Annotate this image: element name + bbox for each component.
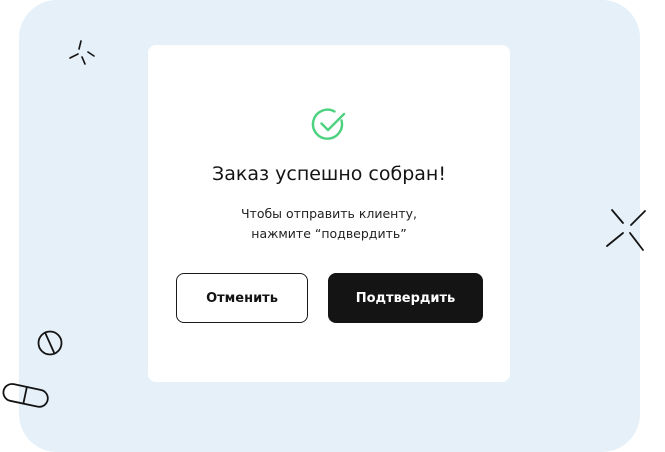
success-dialog: Заказ успешно собран! Чтобы отправить кл… [148, 45, 510, 382]
sparkle-icon [69, 40, 95, 65]
confirm-button[interactable]: Подтвердить [328, 273, 483, 323]
pill-round-icon [37, 330, 63, 356]
dialog-message: Чтобы отправить клиенту, нажмите “подвер… [148, 204, 510, 244]
dialog-message-line: Чтобы отправить клиенту, [240, 206, 418, 221]
dialog-title: Заказ успешно собран! [212, 163, 446, 185]
sparkle-icon [606, 209, 646, 251]
check-circle-icon [311, 108, 346, 140]
capsule-icon [2, 383, 49, 408]
screen: Заказ успешно собран! Чтобы отправить кл… [0, 0, 665, 452]
dialog-message-line: нажмите “подвердить” [251, 226, 407, 241]
cancel-button[interactable]: Отменить [176, 273, 308, 323]
